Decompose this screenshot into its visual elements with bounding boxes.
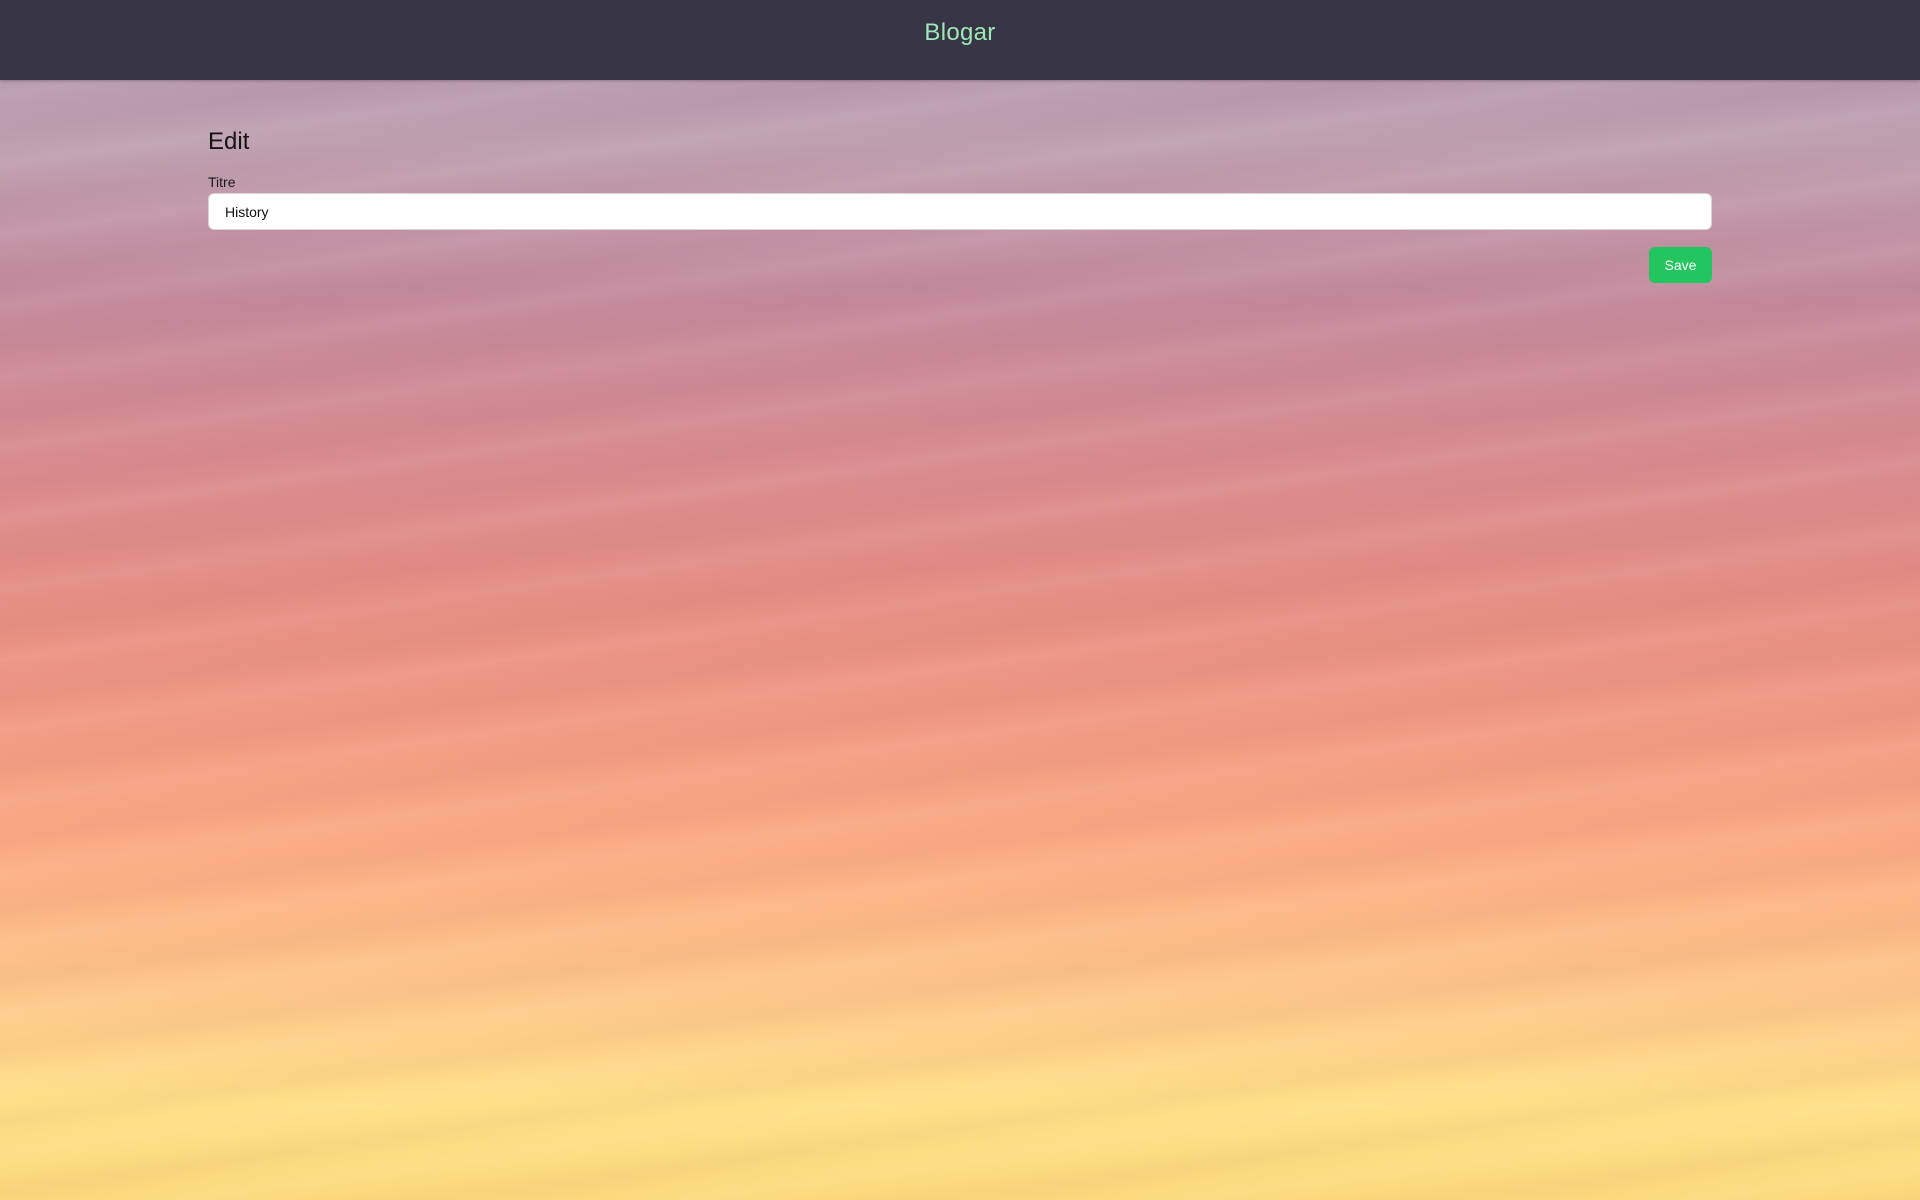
title-field-label: Titre <box>208 174 236 190</box>
title-input[interactable] <box>208 193 1712 230</box>
edit-form-container: Edit Titre Save <box>208 128 1712 283</box>
page-title: Edit <box>208 128 250 155</box>
save-button[interactable]: Save <box>1649 247 1712 283</box>
form-actions: Save <box>208 247 1712 283</box>
brand-logo-link[interactable]: Blogar <box>924 19 995 47</box>
top-navbar: Blogar <box>0 0 1920 80</box>
